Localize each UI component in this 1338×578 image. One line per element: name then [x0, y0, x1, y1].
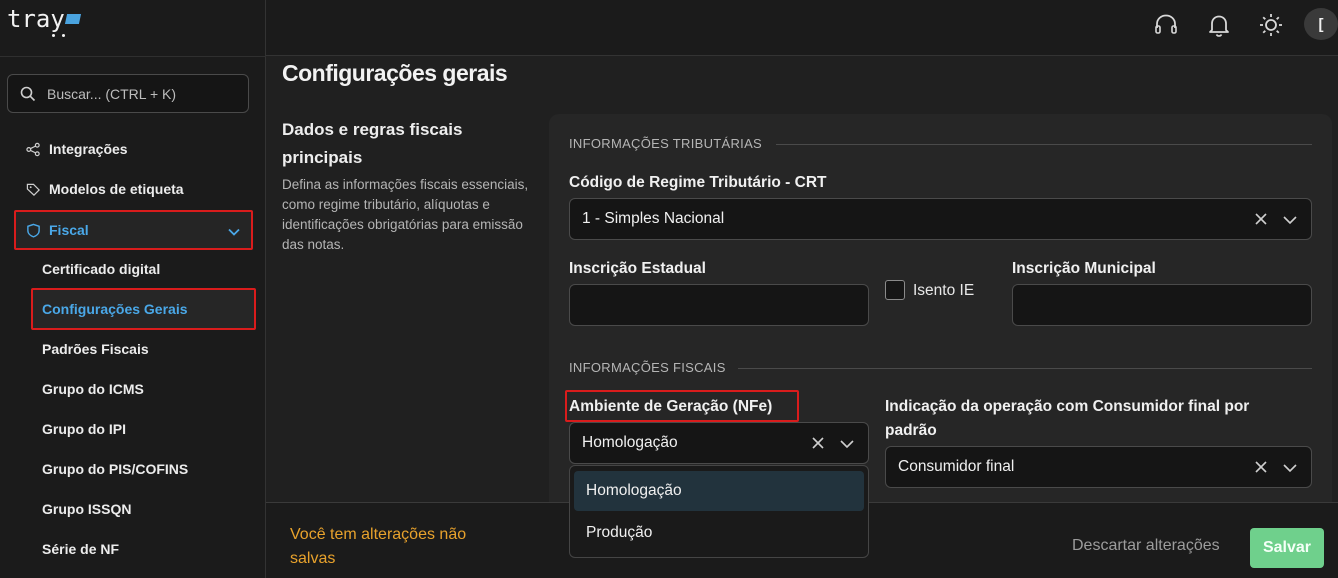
sidebar-subitem-grupo-pis-cofins[interactable]: Grupo do PIS/COFINS [42, 449, 188, 489]
clear-icon[interactable] [1254, 460, 1268, 474]
crt-select[interactable]: 1 - Simples Nacional [569, 198, 1312, 240]
sidebar-item-label: Fiscal [49, 222, 89, 238]
ambiente-dropdown-menu: Homologação Produção [569, 465, 869, 558]
chevron-down-icon[interactable] [1282, 460, 1298, 476]
sidebar-subitem-label: Configurações Gerais [42, 301, 188, 317]
sidebar-item-integracoes[interactable]: Integrações [26, 129, 128, 169]
share-icon [26, 142, 40, 156]
sidebar-item-label: Integrações [49, 141, 128, 157]
cart-icon [64, 14, 81, 24]
ambiente-select-value: Homologação [582, 434, 678, 451]
bell-icon[interactable] [1206, 12, 1232, 38]
avatar[interactable]: [ [1304, 8, 1338, 40]
tag-icon [26, 183, 40, 196]
ie-input[interactable] [569, 284, 869, 326]
discard-button[interactable]: Descartar alterações [1072, 537, 1220, 555]
dropdown-option-producao[interactable]: Produção [574, 513, 864, 553]
isento-ie-checkbox[interactable] [885, 280, 905, 300]
save-button[interactable]: Salvar [1250, 528, 1324, 568]
sidebar-subitem-certificado-digital[interactable]: Certificado digital [42, 249, 160, 289]
search-icon [20, 86, 36, 101]
top-bar: [ [266, 0, 1338, 56]
dropdown-option-homologacao[interactable]: Homologação [574, 471, 864, 511]
sidebar-subitem-label: Grupo ISSQN [42, 501, 132, 517]
sun-icon[interactable] [1258, 12, 1284, 38]
logo-wheels [50, 34, 70, 38]
group-divider [776, 144, 1312, 145]
crt-label: Código de Regime Tributário - CRT [569, 174, 827, 191]
sidebar-subitem-grupo-issqn[interactable]: Grupo ISSQN [42, 489, 131, 529]
unsaved-warning: Você tem alterações não salvas [290, 526, 467, 567]
shield-icon [27, 223, 40, 238]
consumidor-select-value: Consumidor final [898, 458, 1015, 475]
sidebar-subitem-label: Grupo do IPI [42, 421, 126, 437]
sidebar-subitem-label: Série de NF [42, 541, 120, 557]
chevron-down-icon[interactable] [1282, 212, 1298, 228]
sidebar-subitem-padroes-fiscais[interactable]: Padrões Fiscais [42, 329, 149, 369]
ie-label: Inscrição Estadual [569, 260, 706, 277]
group-label-fiscais: INFORMAÇÕES FISCAIS [569, 360, 726, 375]
sidebar-subitem-serie-nf[interactable]: Série de NF [42, 529, 119, 569]
search-input[interactable]: Buscar... (CTRL + K) [47, 86, 176, 102]
sidebar-subitem-grupo-icms[interactable]: Grupo do ICMS [42, 369, 144, 409]
headset-icon[interactable] [1153, 12, 1179, 38]
sidebar-subitem-label: Padrões Fiscais [42, 341, 149, 357]
page-title: Configurações gerais [282, 60, 508, 86]
chevron-down-icon[interactable] [839, 436, 855, 452]
sidebar-divider [0, 56, 266, 57]
isento-ie-label[interactable]: Isento IE [913, 282, 974, 300]
sidebar-item-fiscal[interactable]: Fiscal [14, 210, 253, 250]
chevron-down-icon[interactable] [227, 225, 241, 239]
clear-icon[interactable] [811, 436, 825, 450]
section-title: Dados e regras fiscais principais [282, 120, 463, 167]
section-description: Defina as informações fiscais essenciais… [282, 177, 529, 252]
sidebar-subitem-label: Certificado digital [42, 261, 161, 277]
logo-text: tray [7, 5, 65, 33]
sidebar-subitem-configuracoes-gerais[interactable]: Configurações Gerais [31, 288, 256, 330]
sidebar-subitem-label: Grupo do ICMS [42, 381, 144, 397]
consumidor-label: Indicação da operação com Consumidor fin… [885, 398, 1250, 439]
sidebar-subitem-grupo-ipi[interactable]: Grupo do IPI [42, 409, 126, 449]
clear-icon[interactable] [1254, 212, 1268, 226]
group-divider [738, 368, 1312, 369]
crt-select-value: 1 - Simples Nacional [582, 210, 725, 227]
im-input[interactable] [1012, 284, 1312, 326]
im-label: Inscrição Municipal [1012, 260, 1156, 277]
consumidor-select[interactable]: Consumidor final [885, 446, 1312, 488]
sidebar-item-label: Modelos de etiqueta [49, 181, 184, 197]
ambiente-select[interactable]: Homologação [569, 422, 869, 464]
highlight-box [565, 390, 799, 422]
sidebar-item-modelos-etiqueta[interactable]: Modelos de etiqueta [26, 169, 184, 209]
search-box[interactable]: Buscar... (CTRL + K) [7, 74, 249, 113]
sidebar-subitem-label: Grupo do PIS/COFINS [42, 461, 189, 477]
sidebar: tray Buscar... (CTRL + K) Integrações Mo… [0, 0, 266, 578]
group-label-tributarias: INFORMAÇÕES TRIBUTÁRIAS [569, 136, 763, 151]
